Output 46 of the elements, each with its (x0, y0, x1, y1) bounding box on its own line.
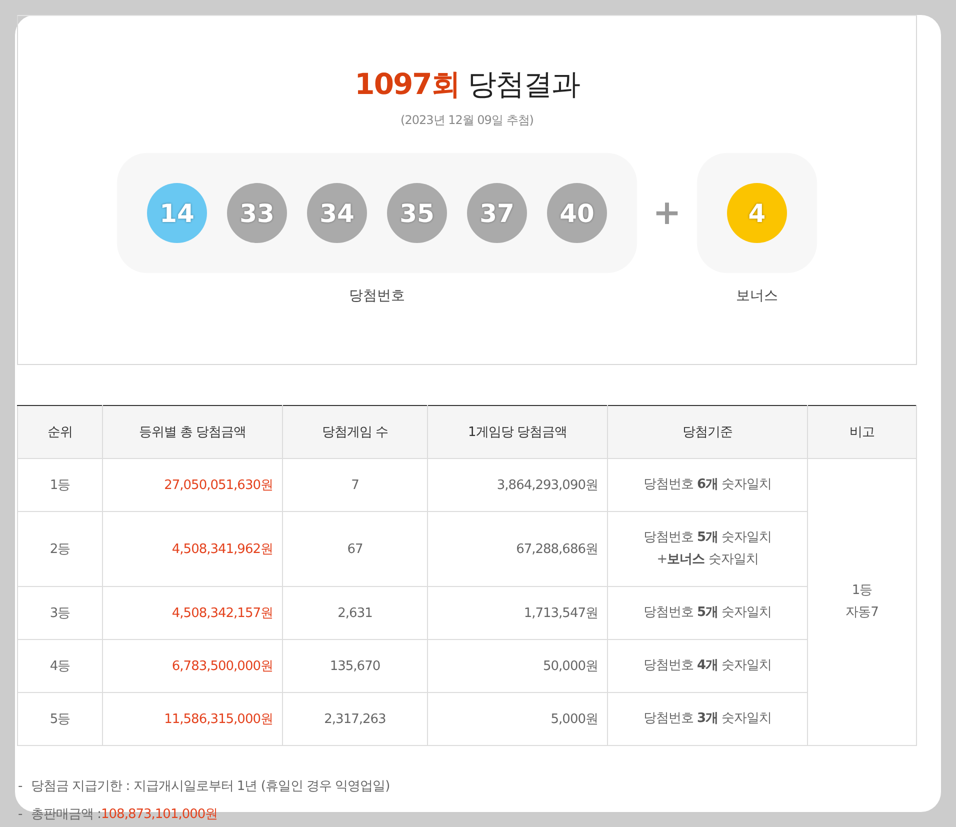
table-cell: 7 (282, 458, 428, 512)
number-ball: 35 (387, 183, 447, 243)
number-ball: 40 (547, 183, 607, 243)
bonus-ball: 4 (727, 183, 787, 243)
numbers-label: 당첨번호 (349, 287, 405, 305)
table-cell: 67 (282, 512, 428, 586)
table-cell: 3등 (18, 586, 102, 640)
table-cell: 당첨번호 6개 숫자일치 (608, 458, 808, 512)
note-value: 108,873,101,000원 (101, 806, 218, 823)
note-text: 당첨금 지급기한 : 지급개시일로부터 1년 (휴일인 경우 익영업일) (31, 778, 390, 795)
table-cell: 5,000원 (428, 692, 608, 746)
table-cell: 6,783,500,000원 (102, 640, 282, 692)
table-cell: 1등 (18, 458, 102, 512)
bullet: - (17, 778, 24, 794)
table-cell: 4등 (18, 640, 102, 692)
table-cell: 11,586,315,000원 (102, 692, 282, 746)
number-ball: 34 (307, 183, 367, 243)
note-text: 총판매금액 : (31, 806, 102, 823)
table-cell: 2등 (18, 512, 102, 586)
table-cell: 4,508,342,157원 (102, 586, 282, 640)
table-cell: 3,864,293,090원 (428, 458, 608, 512)
column-header: 당첨게임 수 (282, 406, 428, 458)
table-cell: 67,288,686원 (428, 512, 608, 586)
column-header: 당첨기준 (608, 406, 808, 458)
table-cell: 27,050,051,630원 (102, 458, 282, 512)
table-cell: 1,713,547원 (428, 586, 608, 640)
result-title: 당첨결과 (467, 66, 580, 102)
number-ball: 33 (227, 183, 287, 243)
column-header: 순위 (18, 406, 102, 458)
plus-sign: + (652, 192, 682, 235)
bullet: - (17, 806, 24, 822)
table-cell: 1등 자동7 (808, 458, 916, 746)
draw-date: (2023년 12월 09일 추첨) (400, 112, 534, 129)
bonus-label: 보너스 (736, 287, 778, 305)
table-cell: 4,508,341,962원 (102, 512, 282, 586)
table-cell: 5등 (18, 692, 102, 746)
number-ball: 37 (467, 183, 527, 243)
table-cell: 2,631 (282, 586, 428, 640)
column-header: 등위별 총 당첨금액 (102, 406, 282, 458)
column-header: 1게임당 당첨금액 (428, 406, 608, 458)
table-cell: 135,670 (282, 640, 428, 692)
round-number: 1097회 (354, 66, 460, 102)
table-cell: 2,317,263 (282, 692, 428, 746)
number-ball: 14 (147, 183, 207, 243)
column-header: 비고 (808, 406, 916, 458)
table-cell: 50,000원 (428, 640, 608, 692)
